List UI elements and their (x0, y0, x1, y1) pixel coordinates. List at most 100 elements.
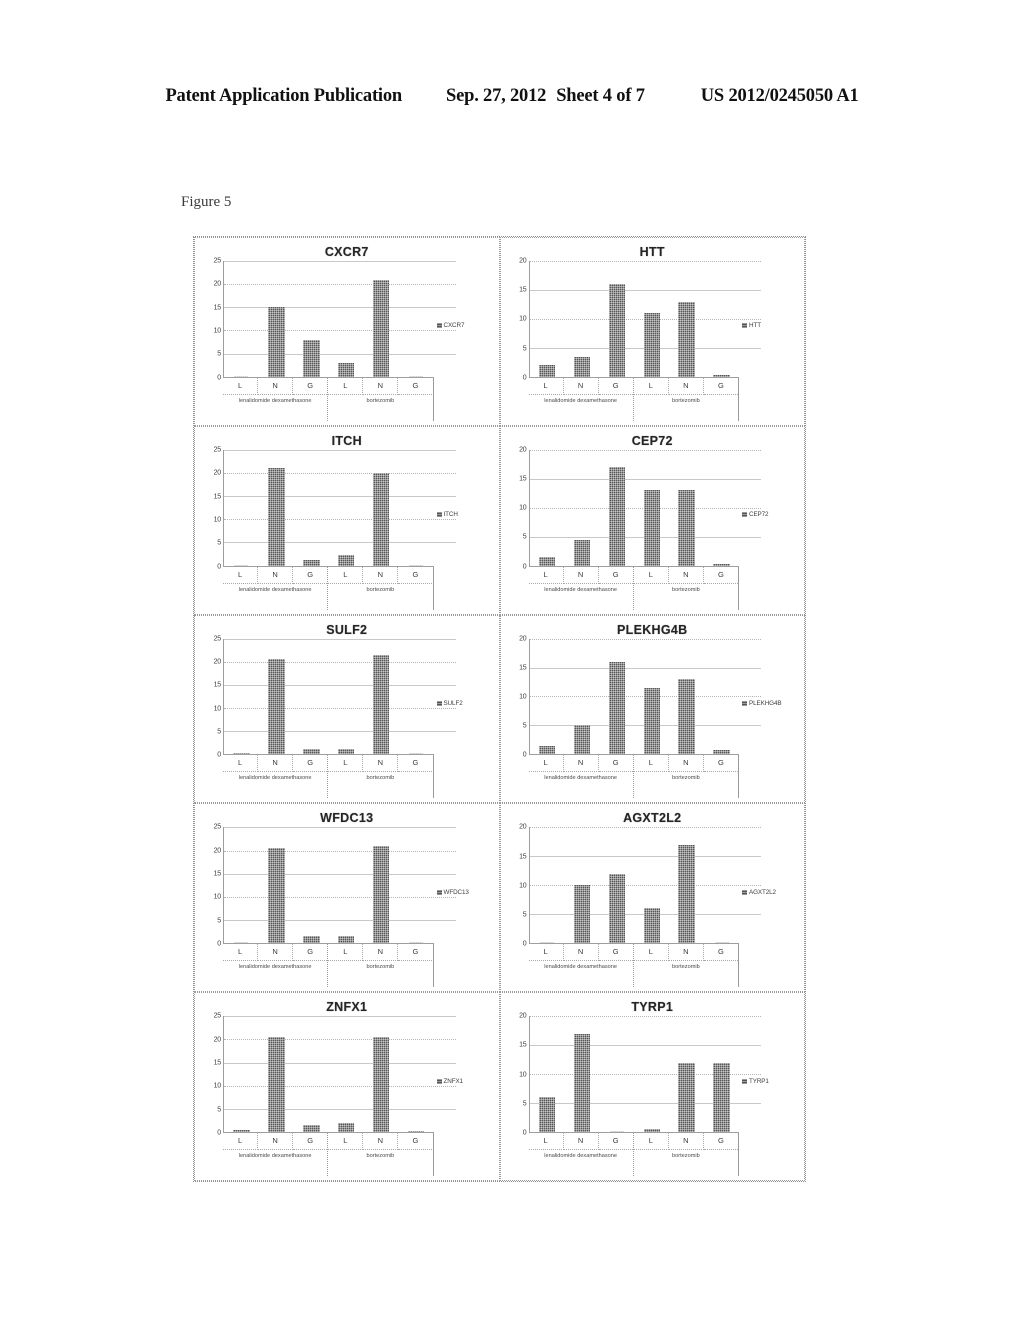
y-axis-tick: 20 (213, 469, 222, 477)
y-axis-tick: 20 (519, 635, 527, 643)
plot-wrap: 0 5 10 15 20 L N Glenalidomide dexamethasone L N G… (503, 258, 761, 421)
publication-title: Patent Application Publication (165, 86, 403, 106)
chart-title: TYRP1 (631, 1000, 674, 1015)
plot-area (528, 638, 761, 756)
x-axis-table: L N Glenalidomide dexamethasone L N Gbortezom… (223, 566, 434, 610)
y-axis-tick: 20 (213, 847, 222, 855)
bar-slot (364, 261, 399, 377)
legend-swatch-icon (436, 512, 442, 518)
x-axis-group-label: bortezomib (366, 397, 395, 404)
y-axis-tick: 0 (522, 563, 527, 571)
bar-slot (364, 827, 399, 944)
bar (713, 749, 730, 755)
plot-wrap: 0 5 10 15 20 L N Glenalidomide dexamethasone L N G… (503, 1013, 761, 1176)
bar-slot (259, 450, 294, 566)
bar (303, 1125, 320, 1132)
y-axis-tick: 15 (213, 304, 222, 312)
chart-cell-agxt2l2: AGXT2L2 0 5 10 15 20 L N Glenalidomide dexametha… (499, 803, 805, 993)
y-axis-tick: 25 (213, 823, 222, 831)
x-axis-cells: LNG (633, 755, 738, 773)
x-axis-tick-label: N (563, 755, 599, 773)
bar-slot (364, 1016, 399, 1132)
bar-slot (704, 261, 739, 377)
plot-wrap: 0 5 10 15 20 25 L N Glenalidomide dexamethasone L… (197, 635, 456, 799)
chart-body: 0 5 10 15 20 25 L N Glenalidomide dexamethasone L… (195, 1013, 499, 1180)
bar-slot (530, 827, 565, 944)
chart-legend: AGXT2L2 (739, 827, 800, 987)
chart-znfx1: ZNFX1 0 5 10 15 20 25 L N Glenalidomide dexametha… (195, 993, 499, 1180)
plot-row: 0 5 10 15 20 (503, 258, 761, 381)
x-axis-cells: LNG (633, 377, 738, 395)
y-axis-tick: 15 (519, 664, 527, 672)
bar-series (224, 450, 434, 566)
chart-grid: CXCR7 0 5 10 15 20 25 L N Glenalidomide dexametha… (194, 237, 805, 1181)
bar (409, 564, 424, 566)
x-axis-groups: L N Glenalidomide dexamethasone L N Gbortezom… (528, 944, 739, 988)
x-axis-group: L N Gbortezomib (328, 566, 434, 610)
bar-slot (399, 261, 434, 377)
bar-slot (599, 261, 634, 377)
x-axis-tick-label: G (293, 1133, 328, 1150)
bar-slot (599, 639, 634, 755)
bar-slot (599, 1016, 634, 1132)
bar (538, 556, 556, 566)
bar (372, 1037, 390, 1132)
x-axis-group: L N Glenalidomide dexamethasone (223, 944, 329, 988)
bar (303, 339, 320, 377)
y-axis-tick: 25 (213, 446, 222, 454)
bar-slot (224, 261, 259, 377)
bar-slot (224, 639, 259, 755)
plot-area (223, 449, 456, 567)
chart-cell-plekhg4b: PLEKHG4B 0 5 10 15 20 L N Glenalidomide dexameth… (499, 614, 805, 804)
x-axis-cells: LNG (328, 1133, 433, 1150)
bar (573, 1033, 591, 1132)
x-axis-group-label: bortezomib (672, 964, 700, 971)
bar-slot (224, 1016, 259, 1132)
x-axis-tick-label: G (598, 755, 633, 773)
bar (234, 375, 249, 377)
y-axis-tick: 20 (213, 1036, 222, 1044)
bar (303, 936, 320, 944)
bar (678, 301, 695, 377)
legend-label: CEP72 (749, 511, 769, 519)
bar-slot (294, 639, 329, 755)
x-axis-cells: LNG (328, 755, 433, 773)
chart-body: 0 5 10 15 20 L N Glenalidomide dexamethasone L N G… (501, 258, 805, 425)
bar (643, 313, 660, 377)
legend-label: AGXT2L2 (749, 888, 776, 896)
y-axis-tick: 15 (519, 853, 527, 861)
x-axis-cells: LNG (528, 755, 633, 773)
x-axis-tick-label: L (328, 755, 364, 773)
bar (608, 873, 625, 944)
x-axis-tick-label: N (563, 377, 599, 395)
bar-slot (399, 1016, 434, 1132)
x-axis-tick-label: L (328, 377, 364, 395)
chart-itch: ITCH 0 5 10 15 20 25 L N Glenalidomide dexamethas… (195, 427, 499, 614)
bar-slot (704, 639, 739, 755)
x-axis-group: L N Gbortezomib (328, 944, 434, 988)
x-axis-tick-label: N (258, 1133, 294, 1150)
y-axis-tick: 5 (522, 1100, 527, 1108)
x-axis-group-label: lenalidomide dexamethasone (238, 775, 312, 782)
y-axis-tick: 0 (217, 751, 221, 759)
bar (338, 748, 355, 755)
x-axis-tick-label: G (398, 378, 433, 395)
x-axis-tick-label: G (703, 1133, 738, 1150)
x-axis-tick-label: L (328, 944, 364, 962)
x-axis-group: L N Glenalidomide dexamethasone (528, 944, 634, 988)
x-axis-table: L N Glenalidomide dexamethasone L N Gbortezom… (223, 944, 434, 988)
bar (303, 748, 320, 755)
publication-date: Sep. 27, 2012 (446, 86, 547, 106)
bar-series (530, 827, 740, 944)
bar-slot (224, 450, 259, 566)
bar (538, 365, 556, 377)
x-axis-tick-label: N (258, 944, 294, 962)
y-axis-tick: 0 (522, 940, 527, 948)
bar (268, 468, 285, 566)
legend-label: PLEKHG4B (749, 699, 782, 707)
x-axis-tick-label: L (633, 944, 669, 962)
bar-slot (224, 827, 259, 944)
bar (643, 908, 660, 944)
bar (573, 356, 591, 377)
legend-swatch-icon (436, 1078, 442, 1084)
